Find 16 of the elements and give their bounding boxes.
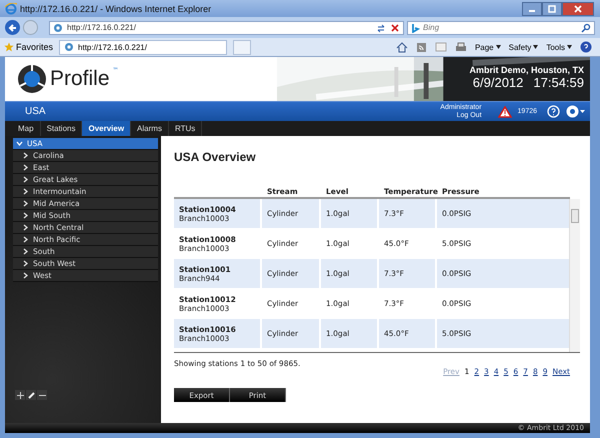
menu-button[interactable]: Safety — [508, 42, 538, 52]
logo-text: Profile — [50, 67, 110, 91]
address-field[interactable]: http://172.16.0.221/ — [49, 20, 404, 34]
search-field[interactable]: Bing — [407, 20, 595, 34]
window-title: http://172.16.0.221/ - Windows Internet Explorer — [20, 4, 212, 14]
page-title: USA Overview — [174, 150, 257, 164]
site-name: Ambrit Demo, Houston, TX — [470, 65, 584, 75]
nav-tab[interactable]: Overview — [82, 121, 132, 136]
clock-text: 17:54:59 — [533, 75, 584, 90]
browser-tab[interactable]: http://172.16.0.221/ — [59, 40, 228, 54]
search-input[interactable]: Bing — [423, 23, 578, 32]
menu-button[interactable]: Page — [474, 42, 501, 52]
location-label: USA — [25, 106, 46, 117]
favorites-button[interactable]: Favorites — [4, 42, 54, 52]
date-text: 6/9/2012 — [472, 75, 524, 90]
menu-button[interactable]: Tools — [546, 42, 572, 52]
